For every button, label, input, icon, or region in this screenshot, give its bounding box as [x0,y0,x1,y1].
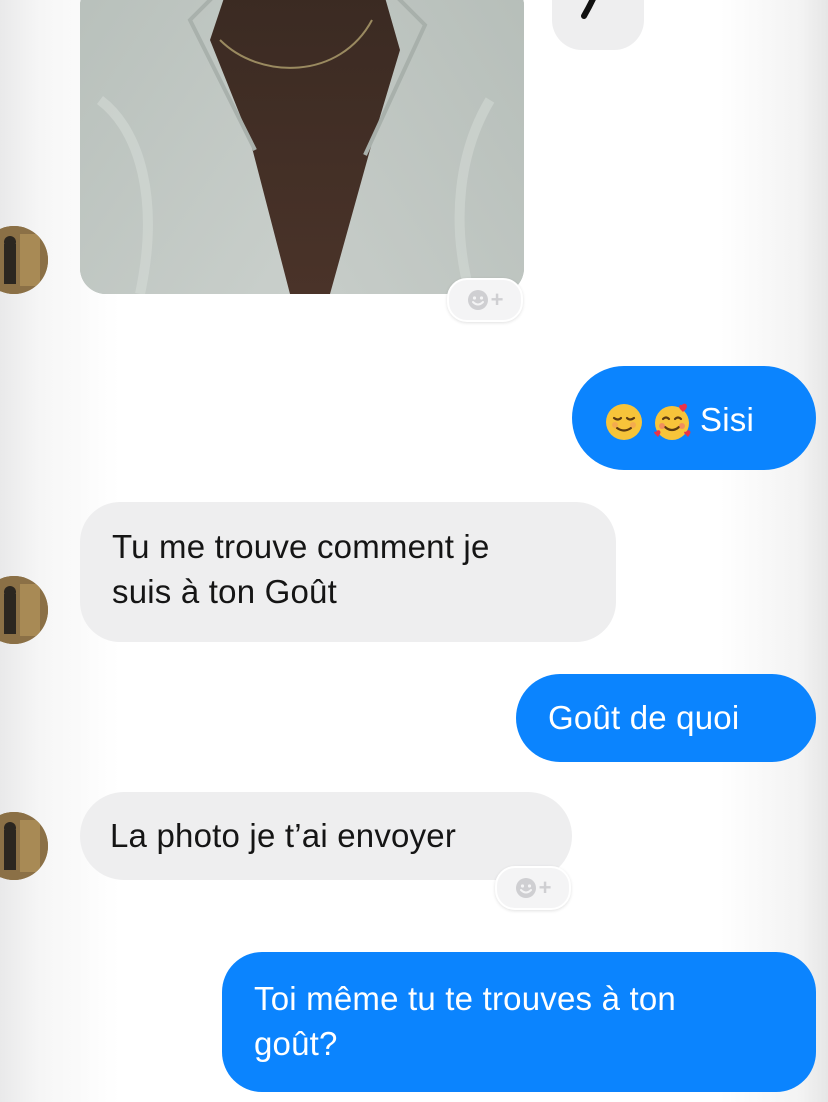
sent-message-sisi[interactable]: Sisi [572,366,816,470]
smiling-face-with-hearts-icon [652,402,692,442]
received-message[interactable]: Tu me trouve comment je suis à ton Goût [80,502,616,642]
partial-message-bubble[interactable] [552,0,644,50]
add-reaction-icon [467,289,489,311]
relieved-face-icon [604,402,644,442]
add-reaction-icon [515,877,537,899]
avatar[interactable] [0,576,48,644]
message-text: Sisi [700,401,754,438]
received-message[interactable]: La photo je t’ai envoyer [80,792,572,880]
message-text: Goût de quoi [548,699,740,736]
sent-message[interactable]: Toi même tu te trouves à ton goût? [222,952,816,1092]
message-text-line-1: Tu me trouve comment je [112,528,490,565]
avatar[interactable] [0,812,48,880]
add-reaction-plus: + [490,287,504,312]
sent-message[interactable]: Goût de quoi [516,674,816,762]
avatar[interactable] [0,226,48,294]
add-reaction-button[interactable]: + [495,866,571,910]
message-text-line-2: goût? [254,1025,338,1062]
message-text-line-2: suis à ton Goût [112,573,337,610]
message-thread: + Sisi Tu me trouve comment je suis à to… [0,0,828,1102]
message-text-line-1: Toi même tu te trouves à ton [254,980,676,1017]
received-photo[interactable] [80,0,524,294]
message-text: La photo je t’ai envoyer [110,817,457,854]
add-reaction-plus: + [538,875,552,900]
add-reaction-button[interactable]: + [447,278,523,322]
